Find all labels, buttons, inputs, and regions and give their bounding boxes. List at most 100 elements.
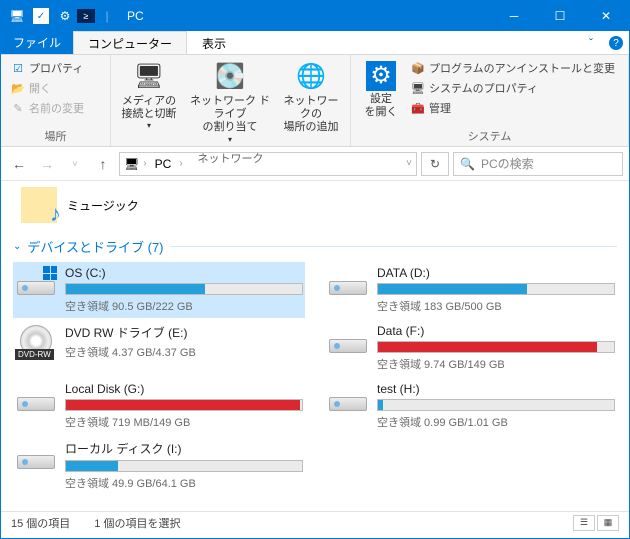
search-placeholder: PCの検索 [481,155,534,172]
folder-icon: ♪ [21,187,57,223]
checkbox-icon[interactable]: ✓ [33,8,49,24]
drive-name: test (H:) [377,382,615,396]
drive-icon [15,382,57,416]
capacity-bar [65,283,303,295]
properties-button[interactable]: ☑プロパティ [9,59,86,77]
drive-name: DVD RW ドライブ (E:) [65,324,303,341]
chevron-down-icon: ⌄ [13,241,21,252]
search-icon: 🔍 [460,157,475,171]
drive-item[interactable]: Local Disk (G:) 空き領域 719 MB/149 GB [13,378,305,434]
item-count: 15 個の項目 [11,515,70,531]
search-input[interactable]: 🔍 PCの検索 [453,152,623,176]
gear-large-icon: ⚙ [366,61,396,91]
gear-icon[interactable]: ⚙ [53,4,77,28]
close-button[interactable]: ✕ [583,1,629,31]
refresh-button[interactable]: ↻ [421,152,449,176]
drive-free-space: 空き領域 719 MB/149 GB [65,414,303,430]
drive-free-space: 空き領域 4.37 GB/4.37 GB [65,344,303,360]
open-button[interactable]: 📂開く [9,79,86,97]
chevron-icon[interactable]: › [143,158,146,169]
drive-icon [327,324,369,358]
minimize-button[interactable]: ─ [491,1,537,31]
drive-item[interactable]: OS (C:) 空き領域 90.5 GB/222 GB [13,262,305,318]
expand-ribbon-button[interactable]: ˇ [579,31,603,54]
drive-item[interactable]: Data (F:) 空き領域 9.74 GB/149 GB [325,320,617,376]
help-button[interactable]: ? [609,36,623,50]
add-location-button[interactable]: 🌐ネットワークの 場所の追加 [281,59,341,135]
drive-free-space: 空き領域 49.9 GB/64.1 GB [65,475,303,491]
chevron-icon[interactable]: › [179,158,182,169]
media-icon: 🖥 [133,61,165,93]
rename-icon: ✎ [11,101,25,115]
breadcrumb-pc[interactable]: PC [151,157,176,171]
quick-access-toolbar: 🖥 ✓ ⚙ ≥ | [1,4,119,28]
divider-icon: | [95,4,119,28]
drive-item[interactable]: ローカル ディスク (I:) 空き領域 49.9 GB/64.1 GB [13,436,305,495]
drive-item[interactable]: DVD-RW DVD RW ドライブ (E:) 空き領域 4.37 GB/4.37 … [13,320,305,376]
manage-button[interactable]: 🧰管理 [409,99,617,117]
music-folder[interactable]: ♪ ミュージック [13,181,617,233]
pc-icon: 🖥 [5,4,29,28]
content-pane[interactable]: ♪ ミュージック ⌄ デバイスとドライブ (7) OS (C:) 空き領域 90.… [1,181,629,511]
selection-count: 1 個の項目を選択 [94,515,180,531]
drive-icon: DVD-RW [15,324,57,358]
group-location: 場所 [1,126,110,146]
address-bar[interactable]: 🖥 › PC › ˅ [119,152,417,176]
drive-free-space: 空き領域 90.5 GB/222 GB [65,298,303,314]
maximize-button[interactable]: ☐ [537,1,583,31]
ribbon: ☑プロパティ 📂開く ✎名前の変更 場所 🖥メディアの 接続と切断▾ 💽ネットワ… [1,55,629,147]
drive-icon [15,440,57,474]
capacity-bar [377,399,615,411]
shell-icon[interactable]: ≥ [77,9,95,23]
tiles-view-button[interactable]: ▦ [597,515,619,531]
recent-dropdown[interactable]: ˅ [63,152,87,176]
drive-name: OS (C:) [65,266,303,280]
drive-name: DATA (D:) [377,266,615,280]
drive-name: Data (F:) [377,324,615,338]
window-title: PC [119,9,491,23]
drive-free-space: 空き領域 183 GB/500 GB [377,298,615,314]
map-drive-button[interactable]: 💽ネットワーク ドライブ の割り当て▾ [185,59,275,144]
pc-small-icon: 🖥 [124,157,139,171]
tab-computer[interactable]: コンピューター [73,31,187,54]
capacity-bar [65,460,303,472]
media-connect-button[interactable]: 🖥メディアの 接続と切断▾ [119,59,179,131]
forward-button[interactable]: → [35,152,59,176]
windows-icon [43,266,57,280]
dvd-label: DVD-RW [15,349,54,360]
drive-icon [15,266,57,300]
drive-free-space: 空き領域 0.99 GB/1.01 GB [377,414,615,430]
box-icon: 📦 [411,61,425,75]
globe-icon: 🌐 [295,61,327,93]
drive-item[interactable]: test (H:) 空き領域 0.99 GB/1.01 GB [325,378,617,434]
capacity-bar [377,283,615,295]
drive-free-space: 空き領域 9.74 GB/149 GB [377,356,615,372]
music-note-icon: ♪ [50,201,61,227]
drive-item[interactable]: DATA (D:) 空き領域 183 GB/500 GB [325,262,617,318]
open-settings-button[interactable]: ⚙設定 を開く [359,59,403,119]
drives-grid: OS (C:) 空き領域 90.5 GB/222 GB DATA (D:) 空き領域 … [13,262,617,495]
drive-icon: 💽 [214,61,246,93]
drive-icon [327,382,369,416]
up-button[interactable]: ↑ [91,152,115,176]
drive-name: ローカル ディスク (I:) [65,440,303,457]
tools-icon: 🧰 [411,101,425,115]
back-button[interactable]: ← [7,152,31,176]
ribbon-tabs: ファイル コンピューター 表示 ˇ ? [1,31,629,55]
view-switcher: ☰ ▦ [573,515,619,531]
drive-name: Local Disk (G:) [65,382,303,396]
tab-view[interactable]: 表示 [187,31,241,54]
history-dropdown[interactable]: ˅ [406,158,412,169]
capacity-bar [65,399,303,411]
details-view-button[interactable]: ☰ [573,515,595,531]
uninstall-button[interactable]: 📦プログラムのアンインストールと変更 [409,59,617,77]
capacity-bar [377,341,615,353]
section-devices-drives[interactable]: ⌄ デバイスとドライブ (7) [13,233,617,262]
tab-file[interactable]: ファイル [1,31,73,54]
system-properties-button[interactable]: 🖥システムのプロパティ [409,79,617,97]
properties-icon: ☑ [11,61,25,75]
group-system: システム [351,126,628,146]
drive-icon [327,266,369,300]
rename-button[interactable]: ✎名前の変更 [9,99,86,117]
monitor-icon: 🖥 [411,81,425,95]
